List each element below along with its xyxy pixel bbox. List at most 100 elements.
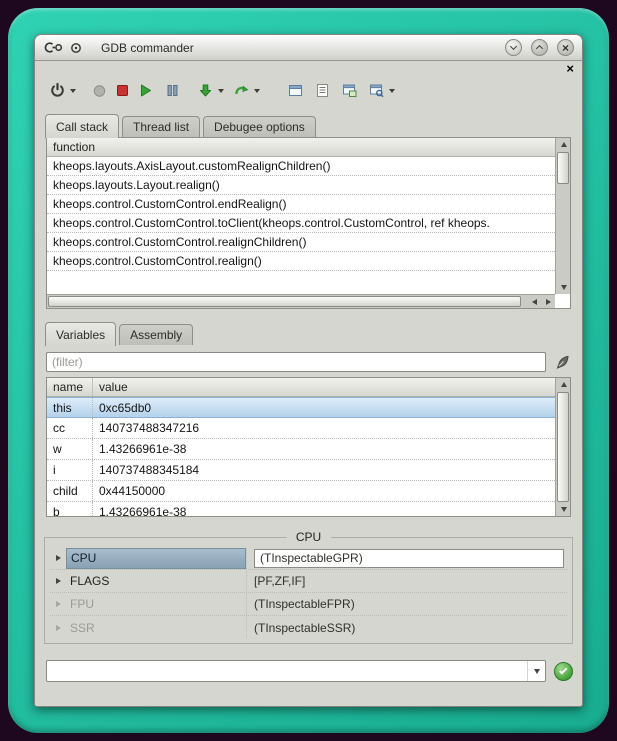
callstack-frame-row[interactable]: kheops.layouts.AxisLayout.customRealignC… (47, 157, 555, 176)
command-combobox[interactable] (46, 660, 546, 682)
expander-button[interactable] (50, 555, 66, 561)
chevron-down-icon (534, 669, 540, 674)
expander-button[interactable] (50, 578, 66, 584)
variable-value: 0xc65db0 (93, 398, 555, 417)
variable-name: i (47, 460, 93, 480)
close-button[interactable]: × (557, 39, 574, 56)
scroll-down-button[interactable] (556, 503, 571, 516)
register-group-name: SSR (66, 617, 246, 638)
tab-debugee-options[interactable]: Debugee options (203, 116, 316, 137)
variable-row[interactable]: b 1.43266961e-38 (47, 502, 555, 516)
send-command-button[interactable] (554, 662, 573, 681)
register-value-cell: (TInspectableGPR) (246, 548, 567, 569)
tab-assembly[interactable]: Assembly (119, 324, 193, 345)
variable-name: child (47, 481, 93, 501)
scroll-thumb[interactable] (557, 392, 569, 502)
titlebar[interactable]: GDB commander × (35, 35, 582, 61)
scroll-up-button[interactable] (556, 378, 571, 391)
variable-row[interactable]: this 0xc65db0 (47, 397, 555, 418)
register-row[interactable]: FPU (TInspectableFPR) (50, 593, 567, 616)
expander-arrow-icon (56, 601, 61, 607)
register-value-cell: [PF,ZF,IF] (246, 571, 567, 592)
step-into-dropdown-button[interactable] (218, 89, 224, 96)
breakpoint-icon (91, 82, 108, 99)
tab-call-stack[interactable]: Call stack (45, 114, 119, 138)
arrow-down-icon (561, 285, 567, 290)
arrow-left-icon (532, 299, 537, 305)
arrow-up-icon (561, 142, 567, 147)
window-frame: GDB commander × × (8, 8, 609, 733)
callstack-frame-row[interactable]: kheops.control.CustomControl.endRealign(… (47, 195, 555, 214)
power-dropdown-button[interactable] (70, 89, 76, 96)
callstack-frame-row[interactable]: kheops.control.CustomControl.toClient(kh… (47, 214, 555, 233)
shade-button[interactable] (505, 39, 522, 56)
panel-close-button[interactable]: × (566, 62, 574, 75)
vertical-scrollbar[interactable] (555, 378, 570, 516)
scroll-right-button[interactable] (541, 295, 555, 308)
window-content: × (35, 61, 582, 706)
debugger-tabs: Call stack Thread list Debugee options (45, 113, 582, 137)
expander-arrow-icon (56, 578, 61, 584)
horizontal-scrollbar[interactable] (47, 294, 555, 308)
halt-icon (114, 82, 131, 99)
window-title: GDB commander (101, 41, 194, 55)
variable-row[interactable]: w 1.43266961e-38 (47, 439, 555, 460)
expander-arrow-icon (56, 625, 61, 631)
titlebar-buttons: × (505, 39, 574, 56)
pause-button[interactable] (163, 78, 182, 102)
call-stack-list: function kheops.layouts.AxisLayout.custo… (47, 138, 555, 294)
column-header-function[interactable]: function (47, 138, 555, 157)
step-over-dropdown-button[interactable] (254, 89, 260, 96)
step-into-button[interactable] (196, 78, 215, 102)
halt-button[interactable] (113, 78, 132, 102)
variable-row[interactable]: child 0x44150000 (47, 481, 555, 502)
register-row[interactable]: SSR (TInspectableSSR) (50, 616, 567, 639)
expander-button[interactable] (50, 625, 66, 631)
register-group-name: FLAGS (66, 571, 246, 592)
expander-button[interactable] (50, 601, 66, 607)
expander-arrow-icon (56, 555, 61, 561)
callstack-frame-row[interactable]: kheops.control.CustomControl.realignChil… (47, 233, 555, 252)
register-row[interactable]: CPU (TInspectableGPR) (50, 547, 567, 570)
combo-dropdown-button[interactable] (527, 661, 545, 681)
tab-thread-list[interactable]: Thread list (122, 116, 200, 137)
command-input[interactable] (47, 661, 526, 681)
registers-window-button[interactable] (286, 78, 305, 102)
filter-input[interactable] (46, 352, 546, 372)
arrow-down-icon (561, 507, 567, 512)
scroll-thumb[interactable] (48, 296, 521, 307)
column-header-name[interactable]: name (47, 378, 93, 396)
power-button[interactable] (48, 78, 67, 102)
watch-dropdown-button[interactable] (389, 89, 395, 96)
session-icon (70, 42, 82, 54)
step-over-icon (233, 82, 250, 99)
vertical-scrollbar[interactable] (555, 138, 570, 294)
step-into-icon (197, 82, 214, 99)
watch-window-button[interactable] (367, 78, 386, 102)
scroll-thumb[interactable] (557, 152, 569, 184)
callstack-frame-row[interactable]: kheops.layouts.Layout.realign() (47, 176, 555, 195)
gdb-commander-window: GDB commander × × (34, 34, 583, 707)
scroll-up-button[interactable] (556, 138, 571, 151)
variable-row[interactable]: i 140737488345184 (47, 460, 555, 481)
quill-icon[interactable] (554, 354, 571, 371)
register-value-editor[interactable]: (TInspectableGPR) (254, 549, 564, 568)
log-button[interactable] (313, 78, 332, 102)
scroll-down-button[interactable] (556, 281, 571, 294)
tab-variables[interactable]: Variables (45, 322, 116, 346)
variable-name: w (47, 439, 93, 459)
breakpoint-button[interactable] (90, 78, 109, 102)
memory-window-button[interactable] (340, 78, 359, 102)
column-header-value[interactable]: value (93, 378, 555, 396)
arrow-right-icon (546, 299, 551, 305)
debug-toolbar (48, 75, 572, 105)
callstack-frame-row[interactable]: kheops.control.CustomControl.realign() (47, 252, 555, 271)
variable-value: 0x44150000 (93, 481, 555, 501)
register-value-cell: (TInspectableSSR) (246, 617, 567, 638)
scroll-left-button[interactable] (527, 295, 541, 308)
variable-row[interactable]: cc 140737488347216 (47, 418, 555, 439)
continue-button[interactable] (136, 78, 155, 102)
register-row[interactable]: FLAGS [PF,ZF,IF] (50, 570, 567, 593)
step-over-button[interactable] (232, 78, 251, 102)
maximize-button[interactable] (531, 39, 548, 56)
